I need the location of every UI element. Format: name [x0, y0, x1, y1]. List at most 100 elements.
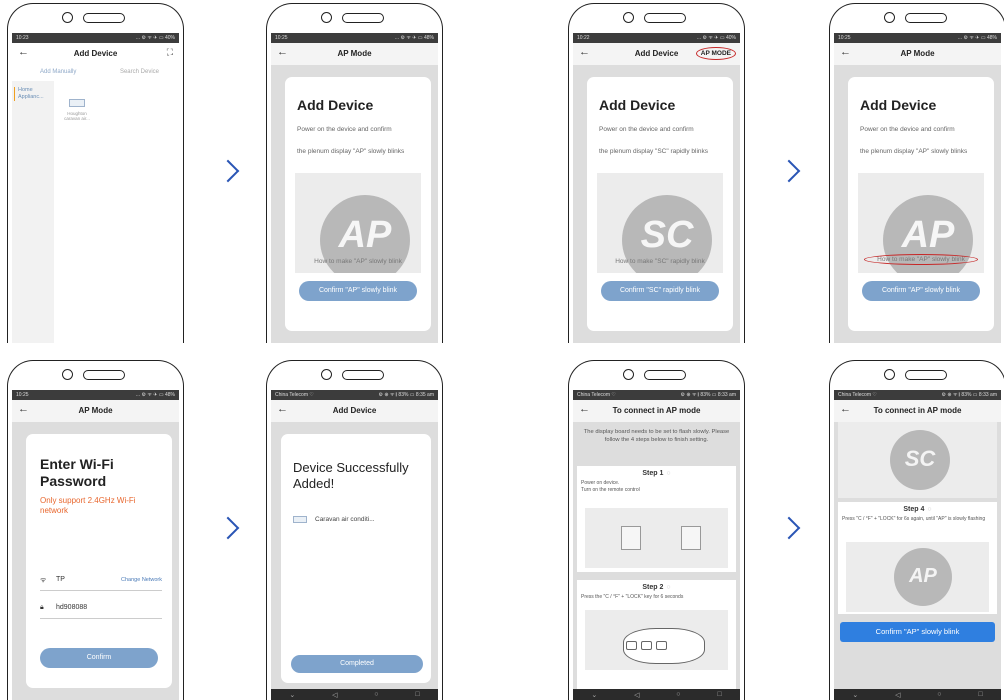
instruction-line-1: Power on the device and confirm — [860, 126, 955, 133]
page-title: To connect in AP mode — [612, 406, 701, 415]
chevron-right-icon — [777, 159, 801, 183]
display-illustration: SC How to make "SC" rapidly blink — [597, 173, 723, 273]
confirm-button[interactable]: Confirm "AP" slowly blink — [299, 281, 417, 301]
phone-top-hardware — [830, 367, 1004, 383]
ap-mode-button[interactable]: AP MODE — [695, 47, 736, 60]
confirm-button[interactable]: Confirm "AP" slowly blink — [862, 281, 980, 301]
tab-search-device[interactable]: Search Device — [120, 69, 159, 75]
howto-link[interactable]: How to make "AP" slowly blink — [864, 254, 978, 265]
status-icons: ... ⚙ ᯤ ✈ ▭ 48% — [957, 35, 997, 41]
added-device-row[interactable]: Caravan air conditi... — [293, 516, 375, 523]
divider — [40, 590, 162, 591]
nav-recents-icon[interactable]: □ — [978, 691, 982, 698]
phone-frame-8: China Telecom ♡ ⚙ ⊕ ᯤ 𝄃 83% ▭ 8:33 am ← T… — [829, 360, 1004, 700]
step-1-title: Step 1 — [642, 470, 664, 477]
confirm-button[interactable]: Confirm "SC" rapidly blink — [601, 281, 719, 301]
chevron-right-icon — [777, 516, 801, 540]
remote-button-icon — [626, 641, 637, 650]
step-4-illustration: AP — [846, 542, 989, 612]
step-3-illustration: SC — [838, 422, 997, 498]
nav-home-icon[interactable]: ○ — [937, 691, 941, 698]
confirm-button[interactable]: Confirm — [40, 648, 158, 668]
status-icons: ⚙ ⊕ ᯤ 𝄃 83% ▭ 8:35 am — [378, 392, 435, 398]
phone-frame-5: 10:25 ... ⚙ ᯤ ✈ ▭ 48% ← AP Mode Enter Wi-… — [7, 360, 184, 700]
step-2-title: Step 2 — [642, 584, 664, 591]
nav-hide-icon[interactable]: ⌄ — [852, 691, 858, 699]
step-4-title: Step 4 — [903, 506, 925, 513]
step-1-text-2: Turn on the remote control — [581, 487, 640, 493]
tab-bar: Add Manually Search Device — [12, 65, 179, 81]
card-heading: Add Device — [297, 97, 374, 113]
howto-link[interactable]: How to make "AP" slowly blink — [295, 258, 421, 265]
instruction-line-1: Power on the device and confirm — [599, 126, 694, 133]
content-background: The display board needs to be set to fla… — [573, 422, 740, 700]
step-2-card: Step 2 ○ Press the "C / °F" + "LOCK" key … — [577, 580, 736, 700]
screen-add-device-list: 10:23 ... ⚙ ᯤ ✈ ▭ 40% ← Add Device ⛶ Add … — [12, 33, 179, 343]
password-field[interactable]: hd908088 — [56, 604, 87, 611]
instruction-card: Add Device Power on the device and confi… — [848, 77, 994, 331]
nav-bar: ← AP Mode — [12, 400, 179, 422]
nav-back-icon[interactable]: ◁ — [895, 691, 900, 699]
page-title: To connect in AP mode — [873, 406, 962, 415]
card-heading: Add Device — [860, 97, 937, 113]
speaker-icon — [342, 13, 384, 23]
nav-hide-icon[interactable]: ⌄ — [289, 691, 295, 699]
wifi-ssid: TP — [56, 576, 65, 583]
screen-ap-step4: China Telecom ♡ ⚙ ⊕ ᯤ 𝄃 83% ▭ 8:33 am ← T… — [834, 390, 1001, 700]
camera-icon — [623, 12, 634, 23]
nav-home-icon[interactable]: ○ — [676, 691, 680, 698]
chevron-right-icon — [216, 159, 240, 183]
android-nav-bar: ⌄ ◁ ○ □ — [834, 689, 1001, 700]
divider — [40, 618, 162, 619]
step-1-illustration — [585, 508, 728, 568]
status-time: 10:25 — [16, 392, 29, 398]
camera-icon — [884, 12, 895, 23]
nav-back-icon[interactable]: ◁ — [634, 691, 639, 699]
nav-back-icon[interactable]: ◁ — [332, 691, 337, 699]
remote-control-icon — [623, 628, 705, 664]
tab-add-manually[interactable]: Add Manually — [40, 69, 76, 75]
wifi-card: Enter Wi-Fi Password Only support 2.4GHz… — [26, 434, 172, 688]
status-bar: 10:25 ... ⚙ ᯤ ✈ ▭ 48% — [12, 390, 179, 400]
added-device-name: Caravan air conditi... — [315, 516, 375, 524]
completed-button[interactable]: Completed — [291, 655, 423, 673]
phone-frame-1: 10:23 ... ⚙ ᯤ ✈ ▭ 40% ← Add Device ⛶ Add … — [7, 3, 184, 343]
phone-frame-4: 10:25 ... ⚙ ᯤ ✈ ▭ 48% ← AP Mode Add Devic… — [829, 3, 1004, 343]
content-background: Add Device Power on the device and confi… — [834, 65, 1001, 343]
howto-link[interactable]: How to make "SC" rapidly blink — [597, 258, 723, 265]
camera-icon — [321, 12, 332, 23]
air-conditioner-icon — [69, 99, 85, 107]
nav-recents-icon[interactable]: □ — [415, 691, 419, 698]
display-illustration: AP How to make "AP" slowly blink — [858, 173, 984, 273]
status-bar: 10:25 ... ⚙ ᯤ ✈ ▭ 48% — [271, 33, 438, 43]
content-background: Add Device Power on the device and confi… — [573, 65, 740, 343]
camera-icon — [62, 369, 73, 380]
nav-recents-icon[interactable]: □ — [717, 691, 721, 698]
step-dot-icon: ○ — [666, 584, 671, 591]
display-code-ap: AP — [894, 548, 952, 606]
nav-bar: ← AP Mode — [834, 43, 1001, 65]
speaker-icon — [342, 370, 384, 380]
password-row[interactable]: 🔒︎ hd908088 — [40, 604, 162, 612]
power-plug-icon — [681, 526, 701, 550]
step-1-text-1: Power on device. — [581, 480, 620, 486]
card-heading: Add Device — [599, 97, 676, 113]
nav-hide-icon[interactable]: ⌄ — [591, 691, 597, 699]
sidebar-item-home-appliance[interactable]: Home Applianc... — [14, 87, 50, 101]
confirm-button[interactable]: Confirm "AP" slowly blink — [840, 622, 995, 642]
screen-sc-mode: 10:22 ... ⚙ ᯤ ✈ ▭ 40% ← Add Device AP MOD… — [573, 33, 740, 343]
category-sidebar: Home Applianc... — [12, 81, 54, 343]
nav-bar: ← To connect in AP mode — [834, 400, 1001, 422]
status-bar: 10:25 ... ⚙ ᯤ ✈ ▭ 48% — [834, 33, 1001, 43]
scan-icon[interactable]: ⛶ — [167, 47, 173, 58]
device-tile[interactable]: Houghton caravan air... — [62, 99, 92, 121]
change-network-link[interactable]: Change Network — [121, 577, 162, 583]
status-carrier: China Telecom ♡ — [838, 392, 877, 398]
nav-home-icon[interactable]: ○ — [374, 691, 378, 698]
phone-top-hardware — [569, 367, 744, 383]
status-time: 10:25 — [838, 35, 851, 41]
phone-frame-2: 10:25 ... ⚙ ᯤ ✈ ▭ 48% ← AP Mode Add Devic… — [266, 3, 443, 343]
remote-button-icon — [641, 641, 652, 650]
speaker-icon — [644, 13, 686, 23]
lock-icon: 🔒︎ — [40, 604, 44, 611]
